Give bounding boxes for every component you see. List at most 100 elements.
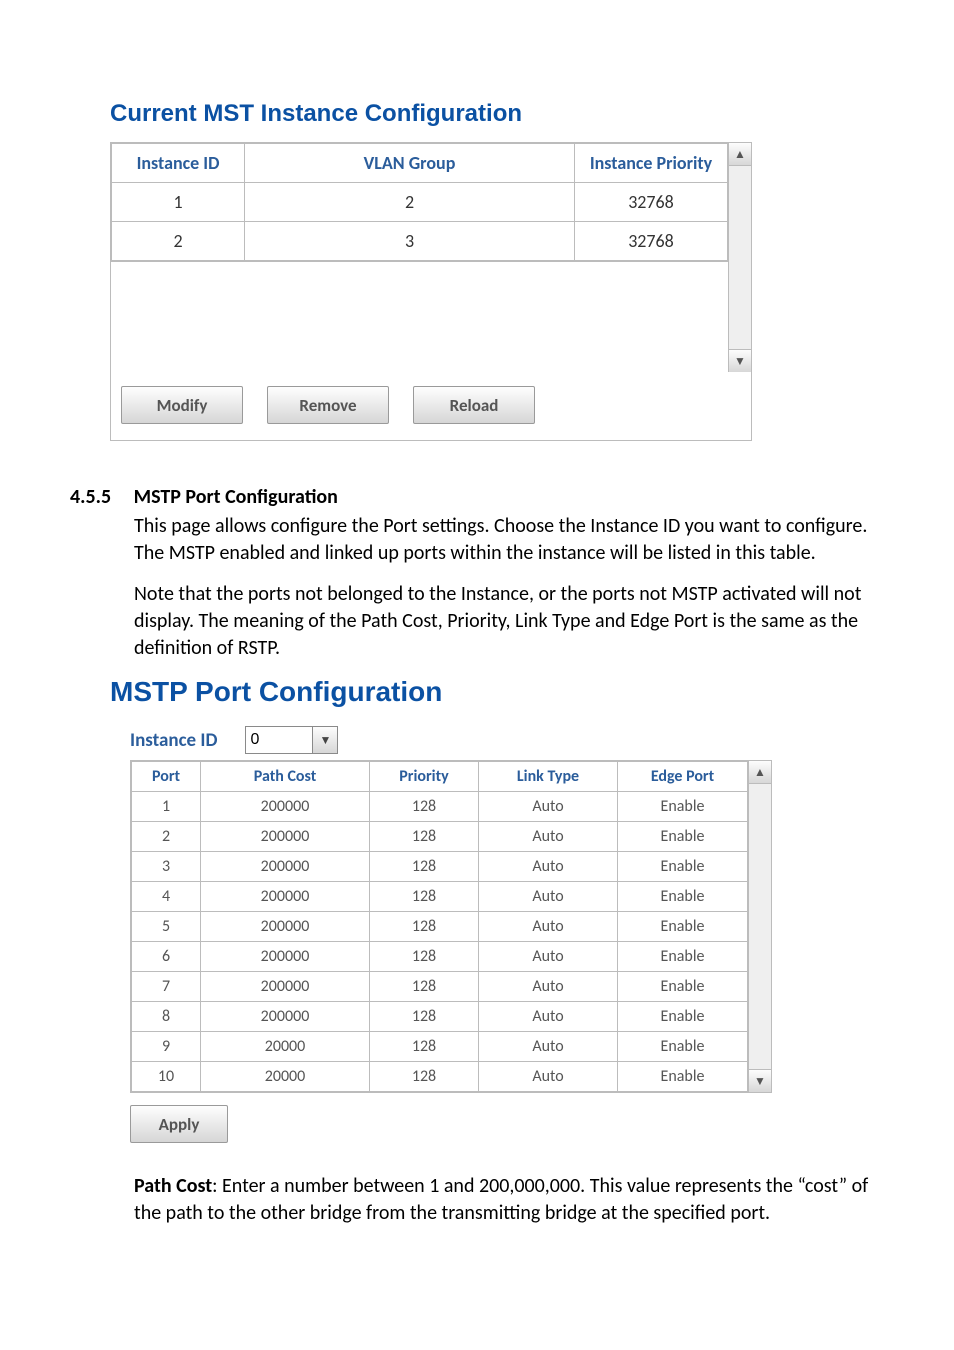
port-cell-cost: 200000	[201, 882, 370, 912]
subsection-paragraph: This page allows configure the Port sett…	[134, 513, 874, 567]
mst-table: Instance ID VLAN Group Instance Priority…	[111, 143, 728, 261]
port-cell-cost: 200000	[201, 912, 370, 942]
port-cell-link: Auto	[479, 942, 618, 972]
port-cell-priority: 128	[370, 1062, 479, 1092]
port-cell-priority: 128	[370, 822, 479, 852]
mst-col-id: Instance ID	[112, 144, 245, 183]
modify-button[interactable]: Modify	[121, 386, 243, 424]
port-row[interactable]: 2200000128AutoEnable	[132, 822, 748, 852]
port-row[interactable]: 920000128AutoEnable	[132, 1032, 748, 1062]
port-cell-cost: 200000	[201, 972, 370, 1002]
port-cell-cost: 20000	[201, 1062, 370, 1092]
port-cell-link: Auto	[479, 822, 618, 852]
mst-empty-area	[111, 261, 728, 372]
port-row[interactable]: 4200000128AutoEnable	[132, 882, 748, 912]
subsection-heading: 4.5.5 MSTP Port Configuration	[70, 485, 884, 509]
port-cell-priority: 128	[370, 1002, 479, 1032]
mst-row[interactable]: 1 2 32768	[112, 183, 728, 222]
port-cell-edge: Enable	[618, 852, 748, 882]
port-row[interactable]: 1200000128AutoEnable	[132, 792, 748, 822]
port-cell-priority: 128	[370, 852, 479, 882]
port-cell-priority: 128	[370, 912, 479, 942]
port-col-priority: Priority	[370, 762, 479, 792]
port-scrollbar[interactable]: ▲ ▼	[748, 761, 771, 1092]
chevron-down-icon[interactable]: ▼	[313, 726, 338, 754]
port-cell-cost: 200000	[201, 852, 370, 882]
pathcost-label: Path Cost	[134, 1174, 212, 1198]
mst-cell-id: 1	[112, 183, 245, 222]
mst-cell-vlan: 3	[245, 222, 575, 261]
subsection-number: 4.5.5	[70, 485, 111, 509]
port-cell-port: 2	[132, 822, 201, 852]
scroll-track[interactable]	[729, 166, 751, 349]
scroll-up-icon[interactable]: ▲	[749, 761, 771, 784]
mst-col-priority: Instance Priority	[575, 144, 728, 183]
port-cell-cost: 200000	[201, 822, 370, 852]
mst-section-title: Current MST Instance Configuration	[110, 100, 884, 128]
port-row[interactable]: 7200000128AutoEnable	[132, 972, 748, 1002]
scroll-up-icon[interactable]: ▲	[729, 143, 751, 166]
instance-id-combo[interactable]: ▼	[245, 726, 338, 754]
scroll-down-icon[interactable]: ▼	[729, 349, 751, 372]
mst-row[interactable]: 2 3 32768	[112, 222, 728, 261]
port-cell-link: Auto	[479, 912, 618, 942]
port-cell-edge: Enable	[618, 1062, 748, 1092]
port-cell-edge: Enable	[618, 792, 748, 822]
mst-cell-priority: 32768	[575, 222, 728, 261]
instance-id-input[interactable]	[245, 726, 313, 754]
pathcost-description: Path Cost: Enter a number between 1 and …	[134, 1173, 874, 1227]
port-row[interactable]: 3200000128AutoEnable	[132, 852, 748, 882]
mst-cell-vlan: 2	[245, 183, 575, 222]
port-cell-port: 6	[132, 942, 201, 972]
mst-cell-id: 2	[112, 222, 245, 261]
port-cell-edge: Enable	[618, 972, 748, 1002]
scroll-down-icon[interactable]: ▼	[749, 1069, 771, 1092]
port-cell-priority: 128	[370, 882, 479, 912]
port-col-port: Port	[132, 762, 201, 792]
port-cell-cost: 20000	[201, 1032, 370, 1062]
port-col-link: Link Type	[479, 762, 618, 792]
port-cell-edge: Enable	[618, 912, 748, 942]
mst-panel: Instance ID VLAN Group Instance Priority…	[110, 142, 752, 441]
port-cell-port: 1	[132, 792, 201, 822]
port-cell-edge: Enable	[618, 882, 748, 912]
port-row[interactable]: 5200000128AutoEnable	[132, 912, 748, 942]
port-cell-cost: 200000	[201, 792, 370, 822]
port-cell-link: Auto	[479, 852, 618, 882]
instance-id-label: Instance ID	[130, 729, 217, 752]
port-cell-edge: Enable	[618, 1032, 748, 1062]
port-cell-cost: 200000	[201, 942, 370, 972]
remove-button[interactable]: Remove	[267, 386, 389, 424]
port-cell-link: Auto	[479, 972, 618, 1002]
port-row[interactable]: 8200000128AutoEnable	[132, 1002, 748, 1032]
mst-col-vlan: VLAN Group	[245, 144, 575, 183]
port-cell-port: 5	[132, 912, 201, 942]
port-cell-priority: 128	[370, 942, 479, 972]
pathcost-text: : Enter a number between 1 and 200,000,0…	[134, 1174, 868, 1225]
port-cell-link: Auto	[479, 1062, 618, 1092]
apply-button[interactable]: Apply	[130, 1105, 228, 1143]
port-cell-link: Auto	[479, 1032, 618, 1062]
reload-button[interactable]: Reload	[413, 386, 535, 424]
scroll-track[interactable]	[749, 784, 771, 1069]
port-cell-priority: 128	[370, 972, 479, 1002]
port-col-edge: Edge Port	[618, 762, 748, 792]
port-cell-port: 4	[132, 882, 201, 912]
port-cell-link: Auto	[479, 792, 618, 822]
subsection-paragraph: Note that the ports not belonged to the …	[134, 581, 874, 662]
port-cell-port: 7	[132, 972, 201, 1002]
port-table: Port Path Cost Priority Link Type Edge P…	[131, 761, 748, 1092]
port-row[interactable]: 1020000128AutoEnable	[132, 1062, 748, 1092]
port-row[interactable]: 6200000128AutoEnable	[132, 942, 748, 972]
port-cell-priority: 128	[370, 1032, 479, 1062]
port-cell-edge: Enable	[618, 822, 748, 852]
port-cell-cost: 200000	[201, 1002, 370, 1032]
port-cell-port: 8	[132, 1002, 201, 1032]
port-cell-port: 10	[132, 1062, 201, 1092]
port-col-cost: Path Cost	[201, 762, 370, 792]
mst-scrollbar[interactable]: ▲ ▼	[728, 143, 751, 372]
port-cell-link: Auto	[479, 1002, 618, 1032]
port-cell-edge: Enable	[618, 942, 748, 972]
port-cell-priority: 128	[370, 792, 479, 822]
mst-cell-priority: 32768	[575, 183, 728, 222]
